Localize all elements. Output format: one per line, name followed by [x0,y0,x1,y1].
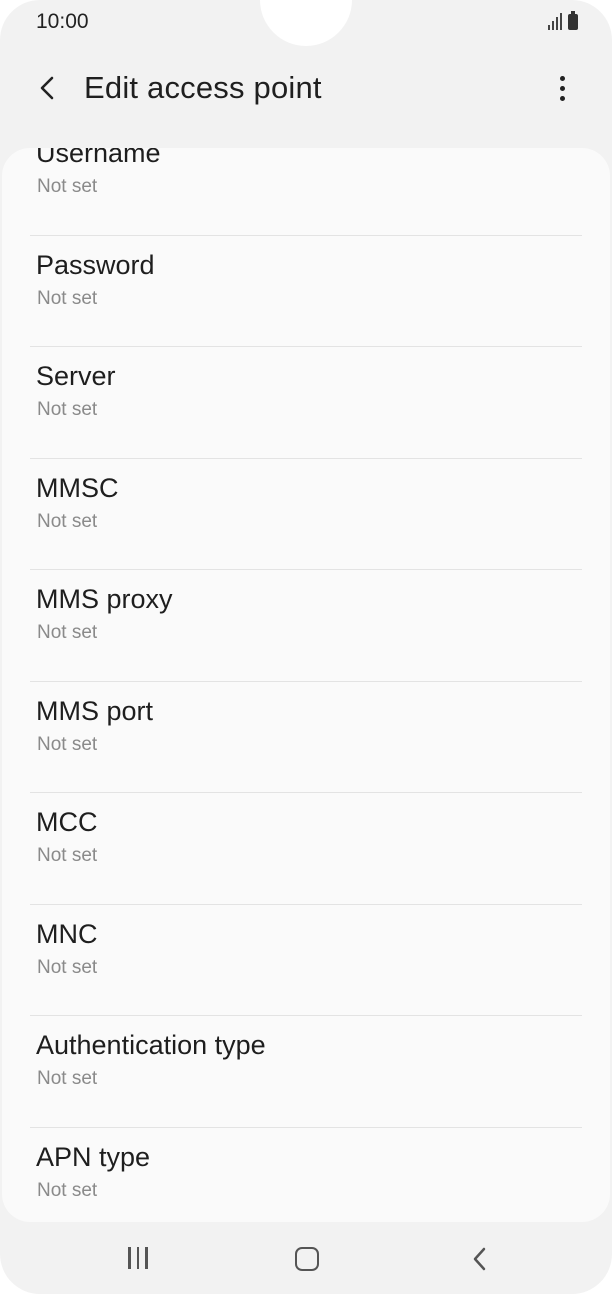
status-icons [548,11,578,30]
setting-value: Not set [37,845,98,866]
status-time: 10:00 [36,10,89,33]
back-icon [473,1247,486,1271]
setting-password[interactable]: Password Not set [2,236,610,347]
navigation-bar [0,1222,612,1294]
setting-apn-type[interactable]: APN type Not set [2,1128,610,1223]
chevron-left-icon [40,76,54,100]
setting-label: Password [36,249,155,280]
setting-username[interactable]: Username Not set [2,148,610,236]
settings-list: Username Not set Password Not set Server… [2,148,610,1222]
more-options-button[interactable] [542,68,582,108]
phone-screen: 10:00 Edit access point Username Not set [0,0,612,1294]
recent-apps-icon [128,1247,131,1269]
page-title: Edit access point [84,70,322,105]
setting-label: APN type [36,1141,151,1172]
setting-mms-proxy[interactable]: MMS proxy Not set [2,570,610,682]
setting-label: MCC [36,807,98,837]
more-vertical-icon [559,75,565,101]
setting-label: MMS proxy [36,584,173,614]
status-bar: 10:00 [0,0,612,48]
setting-mmsc[interactable]: MMSC Not set [2,459,610,570]
battery-icon [568,11,578,30]
setting-label: MMS port [36,695,154,726]
setting-mnc[interactable]: MNC Not set [2,905,610,1016]
home-icon [295,1247,319,1271]
app-bar: Edit access point [0,56,612,122]
setting-label: MMSC [36,472,119,503]
setting-label: MNC [36,918,98,949]
home-button[interactable] [292,1244,322,1274]
nav-back-button[interactable] [462,1242,498,1276]
setting-label: Username [36,148,161,168]
setting-value: Not set [37,1068,98,1089]
recent-apps-button[interactable] [120,1242,156,1274]
setting-label: Authentication type [36,1030,266,1060]
setting-value: Not set [37,956,98,978]
setting-value: Not set [37,176,98,197]
setting-value: Not set [37,733,98,755]
settings-card: Username Not set Password Not set Server… [2,148,610,1222]
setting-value: Not set [37,399,98,420]
back-button[interactable] [28,68,68,108]
setting-authentication-type[interactable]: Authentication type Not set [2,1016,610,1128]
signal-icon [548,12,562,30]
setting-value: Not set [37,1179,98,1201]
setting-label: Server [36,361,116,391]
setting-value: Not set [37,510,98,532]
setting-server[interactable]: Server Not set [2,347,610,459]
setting-mms-port[interactable]: MMS port Not set [2,682,610,793]
setting-value: Not set [37,622,98,643]
setting-value: Not set [37,287,98,309]
setting-mcc[interactable]: MCC Not set [2,793,610,905]
